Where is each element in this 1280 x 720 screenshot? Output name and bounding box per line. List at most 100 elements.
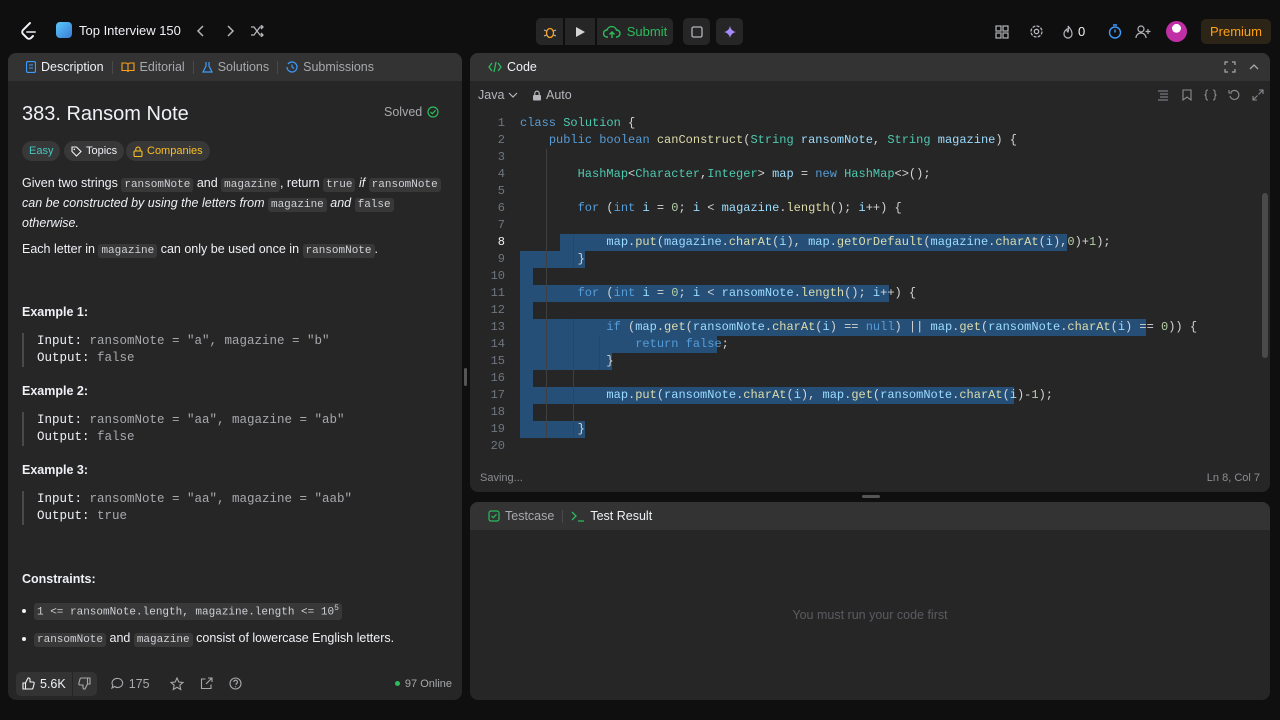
online-dot bbox=[394, 681, 400, 686]
reset-undo-icon[interactable] bbox=[1227, 88, 1241, 102]
selection-highlight bbox=[520, 302, 533, 319]
format-lines-icon[interactable] bbox=[1156, 88, 1170, 102]
code-line[interactable]: 9 } bbox=[470, 251, 1260, 268]
chevron-right-icon[interactable] bbox=[223, 24, 237, 38]
bug-icon bbox=[543, 27, 556, 38]
horizontal-resize-handle[interactable] bbox=[862, 495, 880, 498]
example-block: Input: ransomNote = "aa", magazine = "aa… bbox=[22, 491, 352, 525]
tab-description[interactable]: Description bbox=[18, 60, 112, 74]
code-line[interactable]: 2 public boolean canConstruct(String ran… bbox=[470, 132, 1260, 149]
code-line[interactable]: 15 } bbox=[470, 353, 1260, 370]
thumbs-down-icon bbox=[78, 677, 91, 690]
code-editor[interactable]: 1 class Solution {2 public boolean canCon… bbox=[470, 115, 1260, 460]
problem-title[interactable]: 383. Ransom Note bbox=[22, 103, 189, 126]
line-number: 2 bbox=[497, 133, 505, 147]
code-line[interactable]: 18 bbox=[470, 404, 1260, 421]
streak-counter[interactable]: 0 bbox=[1062, 24, 1085, 39]
code-line[interactable]: 17 map.put(ransomNote.charAt(i), map.get… bbox=[470, 387, 1260, 404]
tab-label: Testcase bbox=[505, 509, 555, 523]
tab-code[interactable]: Code bbox=[480, 60, 545, 74]
line-number: 9 bbox=[497, 252, 505, 266]
topics-chip[interactable]: Topics bbox=[64, 141, 125, 161]
star-icon[interactable] bbox=[169, 676, 184, 691]
code-line[interactable]: 3 bbox=[470, 149, 1260, 166]
ai-assistant-button[interactable] bbox=[716, 18, 743, 45]
braces-icon[interactable] bbox=[1203, 88, 1217, 102]
tab-label: Solutions bbox=[217, 60, 270, 74]
code-line[interactable]: 19 } bbox=[470, 421, 1260, 438]
code-line[interactable]: 12 bbox=[470, 302, 1260, 319]
run-button[interactable] bbox=[565, 18, 595, 45]
code-line[interactable]: 5 bbox=[470, 183, 1260, 200]
auto-mode-toggle[interactable]: Auto bbox=[532, 88, 572, 102]
line-number: 3 bbox=[497, 150, 505, 164]
submit-button[interactable]: Submit bbox=[597, 18, 673, 45]
code-line[interactable]: 1 class Solution { bbox=[470, 115, 1260, 132]
vertical-resize-handle[interactable] bbox=[464, 368, 467, 386]
chevron-left-icon[interactable] bbox=[194, 24, 208, 38]
tab-editorial[interactable]: Editorial bbox=[113, 60, 193, 74]
code-line[interactable]: 7 bbox=[470, 217, 1260, 234]
leetcode-logo-icon[interactable] bbox=[18, 21, 38, 41]
line-number: 6 bbox=[497, 201, 505, 215]
line-number: 11 bbox=[490, 286, 505, 300]
help-icon[interactable] bbox=[229, 677, 242, 690]
constraint-item: ransomNote and magazine consist of lower… bbox=[22, 631, 394, 647]
code-line[interactable]: 20 bbox=[470, 438, 1260, 455]
code-line[interactable]: 11 for (int i = 0; i < ransomNote.length… bbox=[470, 285, 1260, 302]
difficulty-badge: Easy bbox=[22, 141, 61, 161]
share-icon[interactable] bbox=[200, 677, 213, 690]
comments-button[interactable]: 175 bbox=[110, 676, 150, 691]
like-button[interactable]: 5.6K bbox=[16, 671, 72, 696]
bookmark-icon[interactable] bbox=[1180, 88, 1194, 102]
code-line[interactable]: 8 map.put(magazine.charAt(i), map.getOrD… bbox=[470, 234, 1260, 251]
terminal-icon bbox=[571, 511, 585, 522]
notes-button[interactable] bbox=[683, 18, 710, 45]
debug-button[interactable] bbox=[536, 18, 563, 45]
code-text: if (map.get(ransomNote.charAt(i) == null… bbox=[606, 320, 1198, 334]
line-number: 5 bbox=[497, 184, 505, 198]
line-number: 4 bbox=[497, 167, 505, 181]
dislike-button[interactable] bbox=[72, 671, 97, 696]
companies-chip[interactable]: Companies bbox=[126, 141, 210, 161]
comment-count: 175 bbox=[128, 676, 150, 691]
shuffle-icon[interactable] bbox=[250, 24, 264, 38]
selection-highlight bbox=[520, 268, 533, 285]
collapse-chevron-up-icon[interactable] bbox=[1248, 61, 1260, 76]
maximize-icon[interactable] bbox=[1224, 61, 1236, 76]
note-icon bbox=[690, 25, 703, 38]
code-line[interactable]: 14 return false; bbox=[470, 336, 1260, 353]
code-line[interactable]: 10 bbox=[470, 268, 1260, 285]
problem-list-button[interactable]: Top Interview 150 bbox=[56, 22, 181, 38]
companies-label: Companies bbox=[147, 145, 203, 157]
code-brackets-icon bbox=[488, 61, 502, 73]
bullet bbox=[22, 636, 26, 641]
tab-solutions[interactable]: Solutions bbox=[194, 60, 277, 74]
line-number: 7 bbox=[497, 218, 505, 232]
settings-gear-icon[interactable] bbox=[1029, 24, 1044, 39]
code-line[interactable]: 13 if (map.get(ransomNote.charAt(i) == n… bbox=[470, 319, 1260, 336]
tab-testcase[interactable]: Testcase bbox=[480, 509, 562, 523]
code-line[interactable]: 16 bbox=[470, 370, 1260, 387]
code-line[interactable]: 4 HashMap<Character,Integer> map = new H… bbox=[470, 166, 1260, 183]
test-tabs: Testcase Test Result bbox=[470, 502, 1270, 530]
selection-highlight bbox=[520, 370, 533, 387]
language-select[interactable]: Java bbox=[478, 88, 518, 102]
comment-icon bbox=[110, 677, 123, 690]
expand-icon[interactable] bbox=[1251, 88, 1265, 102]
add-friend-icon[interactable] bbox=[1135, 24, 1151, 39]
tab-label: Test Result bbox=[590, 509, 653, 523]
code-text: for (int i = 0; i < magazine.length(); i… bbox=[577, 201, 902, 215]
problem-list-name: Top Interview 150 bbox=[79, 22, 181, 38]
submit-label: Submit bbox=[626, 24, 668, 39]
code-text: map.put(magazine.charAt(i), map.getOrDef… bbox=[606, 235, 1111, 249]
premium-button[interactable]: Premium bbox=[1201, 19, 1271, 44]
code-line[interactable]: 6 for (int i = 0; i < magazine.length();… bbox=[470, 200, 1260, 217]
user-avatar[interactable] bbox=[1166, 21, 1187, 42]
tab-submissions[interactable]: Submissions bbox=[278, 60, 382, 74]
tab-test-result[interactable]: Test Result bbox=[563, 509, 660, 523]
line-number: 8 bbox=[497, 235, 505, 249]
layout-icon[interactable] bbox=[995, 24, 1009, 39]
editor-scrollbar[interactable] bbox=[1262, 193, 1268, 358]
timer-icon[interactable] bbox=[1108, 24, 1122, 39]
